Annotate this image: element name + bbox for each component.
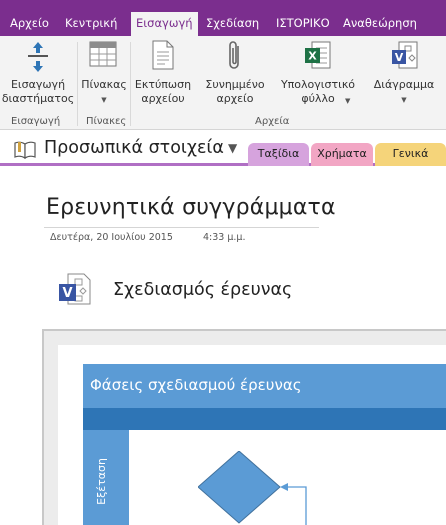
section-tab-general[interactable]: Γενικά: [375, 143, 446, 166]
ribbon-tab-bar: Αρχείο Κεντρική Εισαγωγή Σχεδίαση ΙΣΤΟΡΙ…: [0, 0, 446, 36]
attached-file-name[interactable]: Σχεδιασμός έρευνας: [113, 280, 292, 300]
title-underline: [44, 227, 319, 228]
tab-draw[interactable]: Σχεδίαση: [206, 13, 259, 36]
insert-space-label-2: διαστήματος: [1, 92, 75, 105]
section-tab-label: Χρήματα: [317, 147, 367, 160]
svg-text:V: V: [62, 286, 72, 301]
connector-arrowhead: [280, 483, 288, 491]
svg-text:X: X: [308, 50, 317, 63]
table-button[interactable]: Πίνακας ▼: [78, 36, 130, 114]
file-printout-icon: [152, 40, 174, 70]
file-attachment-button[interactable]: Συνημμένο αρχείο: [197, 36, 273, 114]
swimlane-label: Εξέταση: [95, 458, 108, 505]
section-tab-travel[interactable]: Ταξίδια: [248, 143, 309, 166]
diagram-header-band: [83, 408, 446, 430]
group-label-tables: Πίνακες: [86, 116, 127, 127]
diagram-label: Διάγραμμα: [373, 78, 435, 91]
svg-text:V: V: [395, 51, 404, 64]
tab-insert[interactable]: Εισαγωγή: [131, 12, 198, 36]
table-icon: [89, 41, 117, 67]
page-date: Δευτέρα, 20 Ιουλίου 2015: [50, 232, 173, 243]
decision-shape: [198, 451, 281, 524]
table-chevron-down-icon: ▼: [101, 96, 107, 104]
connector-line: [286, 486, 307, 525]
spreadsheet-button[interactable]: X Υπολογιστικό φύλλο ▼: [276, 36, 360, 114]
insert-space-label-1: Εισαγωγή: [10, 78, 66, 91]
group-label-insert: Εισαγωγή: [11, 116, 61, 127]
file-attachment-label-2: αρχείο: [216, 92, 254, 105]
tab-home[interactable]: Κεντρική: [65, 13, 117, 36]
note-page[interactable]: Ερευνητικά συγγράμματα Δευτέρα, 20 Ιουλί…: [0, 169, 446, 525]
diagram-button[interactable]: V Διάγραμμα ▼: [364, 36, 444, 114]
tab-history[interactable]: ΙΣΤΟΡΙΚΟ: [276, 13, 330, 36]
notebook-name[interactable]: Προσωπικά στοιχεία: [44, 138, 224, 158]
excel-icon: X: [305, 41, 331, 69]
visio-file-icon[interactable]: V: [58, 272, 92, 306]
page-time: 4:33 μ.μ.: [203, 232, 246, 243]
table-label: Πίνακας: [81, 78, 127, 91]
ribbon: Εισαγωγή διαστήματος Εισαγωγή Πίνακας ▼ …: [0, 36, 446, 130]
insert-space-icon: [28, 42, 48, 72]
visio-icon: V: [392, 41, 418, 69]
file-printout-button[interactable]: Εκτύπωση αρχείου: [131, 36, 195, 114]
diagram-canvas: Φάσεις σχεδιασμού έρευνας Εξέταση: [58, 345, 446, 525]
file-printout-label-1: Εκτύπωση: [134, 78, 192, 91]
diagram-preview[interactable]: Φάσεις σχεδιασμού έρευνας Εξέταση: [42, 329, 446, 525]
spreadsheet-chevron-down-icon: ▼: [345, 97, 351, 105]
flowchart-shapes: [198, 451, 307, 525]
file-attachment-label-1: Συνημμένο: [205, 78, 265, 91]
notebook-chevron-down-icon[interactable]: ▼: [228, 141, 237, 155]
tab-review[interactable]: Αναθεώρηση: [343, 13, 417, 36]
paperclip-icon: [229, 41, 239, 69]
tab-file[interactable]: Αρχείο: [10, 13, 49, 36]
swimlane: Εξέταση: [83, 430, 129, 525]
spreadsheet-label-1: Υπολογιστικό: [280, 78, 356, 91]
section-tab-money[interactable]: Χρήματα: [311, 143, 373, 166]
file-printout-label-2: αρχείου: [141, 92, 185, 105]
notebook-bar: Προσωπικά στοιχεία ▼ Ταξίδια Χρήματα Γεν…: [0, 131, 446, 166]
section-tab-label: Γενικά: [392, 147, 429, 160]
diagram-header: Φάσεις σχεδιασμού έρευνας: [83, 364, 446, 408]
diagram-header-text: Φάσεις σχεδιασμού έρευνας: [90, 376, 302, 394]
diagram-chevron-down-icon: ▼: [401, 96, 407, 104]
page-title[interactable]: Ερευνητικά συγγράμματα: [46, 195, 336, 220]
insert-space-button[interactable]: Εισαγωγή διαστήματος: [0, 36, 76, 114]
section-tab-label: Ταξίδια: [257, 147, 300, 160]
group-label-files: Αρχεία: [255, 116, 290, 127]
notebook-icon[interactable]: [13, 140, 37, 160]
